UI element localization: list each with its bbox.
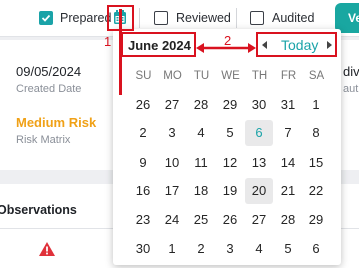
calendar-day[interactable]: 17 xyxy=(158,178,186,204)
calendar-day[interactable]: 6 xyxy=(245,120,273,146)
annotation-box xyxy=(256,32,337,57)
weekday-label: TH xyxy=(251,70,268,82)
reviewed-checkbox[interactable] xyxy=(154,11,168,25)
annotation-arrow xyxy=(196,43,256,53)
toolbar-divider xyxy=(139,8,140,28)
calendar-day[interactable]: 20 xyxy=(245,178,273,204)
calendar-day[interactable]: 13 xyxy=(245,150,273,176)
calendar-day[interactable]: 29 xyxy=(216,92,244,118)
calendar-day[interactable]: 16 xyxy=(129,178,157,204)
risk-matrix-label: Risk Matrix xyxy=(16,134,71,146)
calendar-day[interactable]: 12 xyxy=(216,150,244,176)
prepared-checkbox[interactable] xyxy=(39,11,53,25)
calendar-day[interactable]: 26 xyxy=(129,92,157,118)
calendar-day[interactable]: 19 xyxy=(216,178,244,204)
calendar-day[interactable]: 11 xyxy=(187,150,215,176)
prepared-label: Prepared xyxy=(60,11,112,25)
calendar-day[interactable]: 18 xyxy=(187,178,215,204)
calendar-day[interactable]: 27 xyxy=(158,92,186,118)
annotation-box xyxy=(121,32,196,57)
calendar-day[interactable]: 30 xyxy=(245,92,273,118)
calendar-day[interactable]: 24 xyxy=(158,207,186,233)
calendar-day[interactable]: 4 xyxy=(245,236,273,262)
calendar-day[interactable]: 28 xyxy=(187,92,215,118)
checkmark-icon xyxy=(41,14,51,22)
calendar-day[interactable]: 21 xyxy=(274,178,302,204)
calendar-day[interactable]: 1 xyxy=(158,236,186,262)
weekday-label: FR xyxy=(280,70,297,82)
weekday-label: SU xyxy=(135,70,152,82)
calendar-day[interactable]: 23 xyxy=(129,207,157,233)
weekday-label: WE xyxy=(221,70,240,82)
calendar-day[interactable]: 8 xyxy=(302,120,330,146)
weekday-label: MO xyxy=(163,70,182,82)
observations-title: Observations xyxy=(0,203,77,217)
calendar-day[interactable]: 30 xyxy=(129,236,157,262)
calendar-day[interactable]: 3 xyxy=(158,120,186,146)
calendar-day[interactable]: 22 xyxy=(302,178,330,204)
calendar-day[interactable]: 28 xyxy=(274,207,302,233)
risk-value: Medium Risk xyxy=(16,115,97,130)
partial-field-label: aut xyxy=(343,83,359,95)
weekday-label: TU xyxy=(193,70,210,82)
calendar-day[interactable]: 4 xyxy=(187,120,215,146)
reviewed-label: Reviewed xyxy=(176,11,231,25)
calendar-day[interactable]: 7 xyxy=(274,120,302,146)
calendar-day[interactable]: 29 xyxy=(302,207,330,233)
warning-icon xyxy=(38,241,56,262)
calendar-day[interactable]: 9 xyxy=(129,150,157,176)
calendar-day[interactable]: 5 xyxy=(216,120,244,146)
calendar-day[interactable]: 3 xyxy=(216,236,244,262)
calendar-day[interactable]: 26 xyxy=(216,207,244,233)
created-date-value: 09/05/2024 xyxy=(16,64,82,79)
calendar-day[interactable]: 14 xyxy=(274,150,302,176)
calendar-day[interactable]: 15 xyxy=(302,150,330,176)
calendar-day[interactable]: 25 xyxy=(187,207,215,233)
calendar-day[interactable]: 6 xyxy=(302,236,330,262)
calendar-day[interactable]: 1 xyxy=(302,92,330,118)
created-date-label: Created Date xyxy=(16,83,82,95)
calendar-day[interactable]: 2 xyxy=(129,120,157,146)
screen: Prepared Reviewed Audited Ve 09/05/2024 … xyxy=(0,0,359,268)
audited-label: Audited xyxy=(272,11,315,25)
toolbar-divider xyxy=(236,8,237,28)
annotation-number: 1 xyxy=(104,34,112,49)
partial-field-value: div xyxy=(343,64,359,79)
audited-checkbox[interactable] xyxy=(250,11,264,25)
calendar-day[interactable]: 31 xyxy=(274,92,302,118)
calendar-day[interactable]: 5 xyxy=(274,236,302,262)
calendar-day[interactable]: 2 xyxy=(187,236,215,262)
calendar-day[interactable]: 10 xyxy=(158,150,186,176)
calendar-day[interactable]: 27 xyxy=(245,207,273,233)
weekday-label: SA xyxy=(308,70,325,82)
